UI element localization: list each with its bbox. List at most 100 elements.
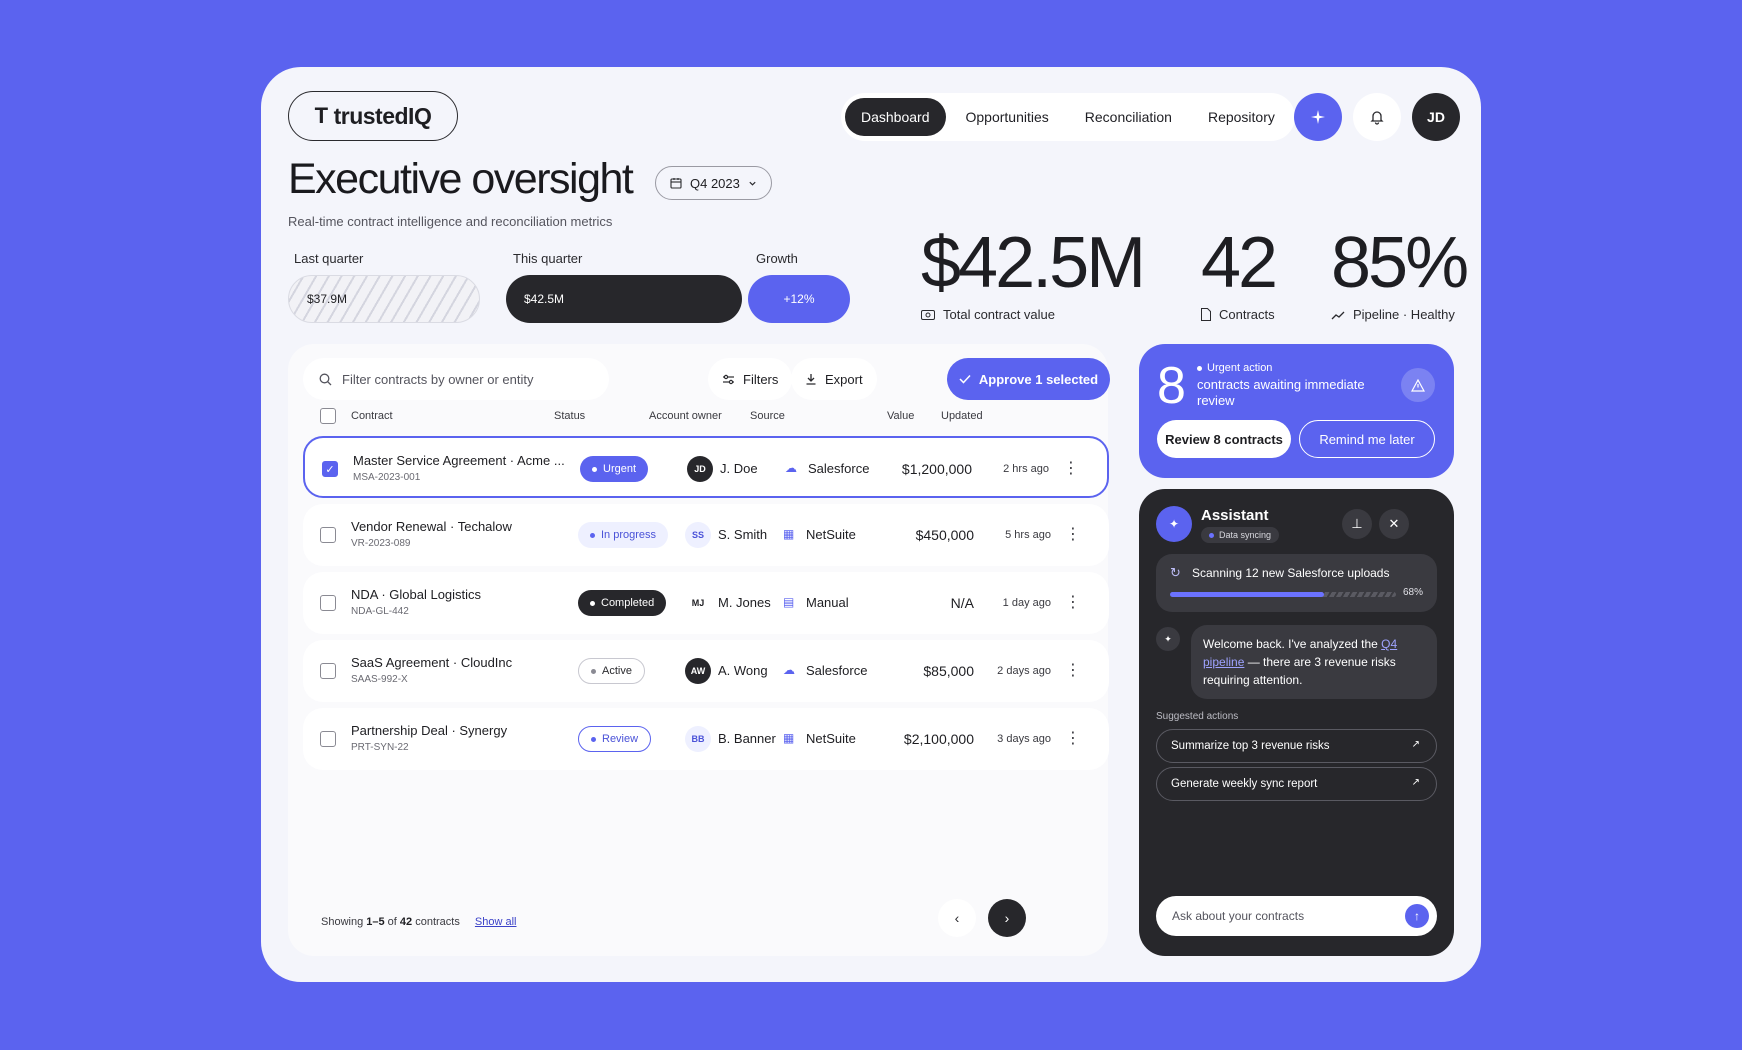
money-icon — [921, 309, 935, 320]
row-checkbox[interactable] — [320, 595, 336, 611]
avatar: SS — [685, 522, 711, 548]
owner-name: A. Wong — [718, 663, 768, 678]
this-quarter-label: This quarter — [513, 251, 583, 266]
col-source: Source — [750, 410, 785, 422]
logo-mark-icon: T — [314, 103, 328, 128]
contracts-label: Contracts — [1219, 307, 1275, 322]
source-name: NetSuite — [806, 731, 856, 746]
search-input[interactable]: Filter contracts by owner or entity — [303, 358, 609, 400]
status-label: Completed — [601, 597, 655, 609]
col-contract: Contract — [351, 410, 393, 422]
export-button[interactable]: Export — [791, 358, 877, 400]
more-options-icon[interactable]: ⋮ — [1065, 592, 1081, 612]
quarter-label: Q4 2023 — [690, 175, 740, 191]
contract-value: $1,200,000 — [901, 461, 972, 477]
check-icon — [959, 374, 971, 384]
table-row[interactable]: ✓ Master Service Agreement · Acme ... MS… — [303, 436, 1109, 498]
arrow-up-icon: ↑ — [1414, 909, 1420, 923]
last-quarter-bar: $37.9M — [288, 275, 480, 323]
nav-reconciliation[interactable]: Reconciliation — [1069, 98, 1188, 136]
quarter-selector[interactable]: Q4 2023 — [655, 166, 772, 200]
sliders-icon — [723, 374, 734, 384]
select-all-checkbox[interactable] — [320, 408, 336, 424]
urgent-action-card: 8 Urgent action contracts awaiting immed… — [1139, 344, 1454, 478]
download-icon — [806, 374, 816, 385]
status-label: In progress — [601, 529, 657, 541]
total-value-caption: Total contract value — [921, 307, 1143, 322]
col-updated: Updated — [941, 410, 983, 422]
more-options-icon[interactable]: ⋮ — [1065, 660, 1081, 680]
search-placeholder: Filter contracts by owner or entity — [342, 371, 534, 387]
avatar: JD — [687, 456, 713, 482]
prev-page-button[interactable]: ‹ — [938, 899, 976, 937]
table-row[interactable]: Vendor Renewal · Techalow VR-2023-089 In… — [303, 504, 1109, 566]
assistant-panel: ✦ Assistant Data syncing ⊥ ✕ ↻ Scanning … — [1139, 489, 1454, 956]
status-badge: Urgent — [580, 456, 649, 482]
table-row[interactable]: SaaS Agreement · CloudInc SAAS-992-X Act… — [303, 640, 1109, 702]
nav-opportunities[interactable]: Opportunities — [950, 98, 1065, 136]
show-all-link[interactable]: Show all — [475, 916, 517, 928]
contract-name: Vendor Renewal · Techalow — [351, 519, 512, 534]
contract-name: Master Service Agreement · Acme ... — [353, 453, 565, 468]
assistant-message: Welcome back. I've analyzed the Q4 pipel… — [1191, 625, 1437, 699]
total-value-label: Total contract value — [943, 307, 1056, 322]
row-checkbox[interactable]: ✓ — [322, 461, 338, 477]
chevron-right-icon: › — [1004, 910, 1010, 926]
review-contracts-button[interactable]: Review 8 contracts — [1157, 420, 1291, 458]
contract-code: NDA-GL-442 — [351, 606, 409, 617]
suggestion-button[interactable]: Summarize top 3 revenue risks ↗ — [1156, 729, 1437, 763]
contract-name: SaaS Agreement · CloudInc — [351, 655, 513, 670]
alert-triangle-icon — [1411, 378, 1425, 392]
source-name: NetSuite — [806, 527, 856, 542]
user-avatar[interactable]: JD — [1412, 93, 1460, 141]
nav-dashboard[interactable]: Dashboard — [845, 98, 946, 136]
brand-logo[interactable]: T trustedIQ — [288, 91, 458, 141]
row-checkbox[interactable] — [320, 527, 336, 543]
table-header: Contract Status Account owner Source Val… — [288, 404, 1108, 428]
ai-sparkle-button[interactable] — [1294, 93, 1342, 141]
more-options-icon[interactable]: ⋮ — [1065, 524, 1081, 544]
pagination-summary: Showing 1–5 of 42 contracts Show all — [321, 916, 517, 928]
total-value-stat: $42.5M Total contract value — [921, 223, 1146, 322]
document-icon: ▤ — [783, 595, 795, 609]
send-button[interactable]: ↑ — [1405, 904, 1429, 928]
growth-label: Growth — [756, 251, 798, 266]
row-checkbox[interactable] — [320, 663, 336, 679]
growth-value: +12% — [783, 292, 815, 306]
notifications-button[interactable] — [1353, 93, 1401, 141]
dashboard-card: T trustedIQ Dashboard Opportunities Reco… — [261, 67, 1481, 982]
cloud-icon: ☁ — [783, 663, 795, 677]
filters-button[interactable]: Filters — [708, 358, 793, 400]
arrow-up-right-icon: ↗ — [1411, 739, 1420, 750]
calendar-icon — [670, 178, 682, 189]
urgent-tag: Urgent action — [1197, 362, 1272, 374]
grid-icon: ▦ — [783, 731, 795, 745]
contract-code: MSA-2023-001 — [353, 472, 421, 483]
trend-up-icon — [1331, 311, 1345, 319]
owner-name: S. Smith — [718, 527, 768, 542]
row-checkbox[interactable] — [320, 731, 336, 747]
sparkle-icon — [1311, 110, 1325, 124]
assistant-title: Assistant — [1201, 507, 1269, 524]
total-value: $42.5M — [921, 223, 1146, 303]
urgent-tag-label: Urgent action — [1207, 362, 1273, 374]
close-button[interactable]: ✕ — [1379, 509, 1409, 539]
ask-input[interactable]: Ask about your contracts ↑ — [1156, 896, 1437, 936]
urgent-text: contracts awaiting immediate review — [1197, 377, 1365, 408]
last-quarter-value: $37.9M — [307, 292, 348, 306]
more-options-icon[interactable]: ⋮ — [1065, 728, 1081, 748]
more-options-icon[interactable]: ⋮ — [1063, 458, 1079, 478]
remind-later-button[interactable]: Remind me later — [1299, 420, 1435, 458]
next-page-button[interactable]: › — [988, 899, 1026, 937]
warning-icon[interactable] — [1401, 368, 1435, 402]
table-row[interactable]: NDA · Global Logistics NDA-GL-442 Comple… — [303, 572, 1109, 634]
pipeline-caption: Pipeline · Healthy — [1331, 307, 1466, 322]
approve-selected-button[interactable]: Approve 1 selected — [947, 358, 1110, 400]
status-badge: In progress — [578, 522, 669, 548]
suggestion-label: Summarize top 3 revenue risks — [1171, 740, 1330, 752]
nav-repository[interactable]: Repository — [1192, 98, 1291, 136]
pin-button[interactable]: ⊥ — [1342, 509, 1372, 539]
col-value: Value — [887, 410, 915, 422]
suggestion-button[interactable]: Generate weekly sync report ↗ — [1156, 767, 1437, 801]
table-row[interactable]: Partnership Deal · Synergy PRT-SYN-22 Re… — [303, 708, 1109, 770]
